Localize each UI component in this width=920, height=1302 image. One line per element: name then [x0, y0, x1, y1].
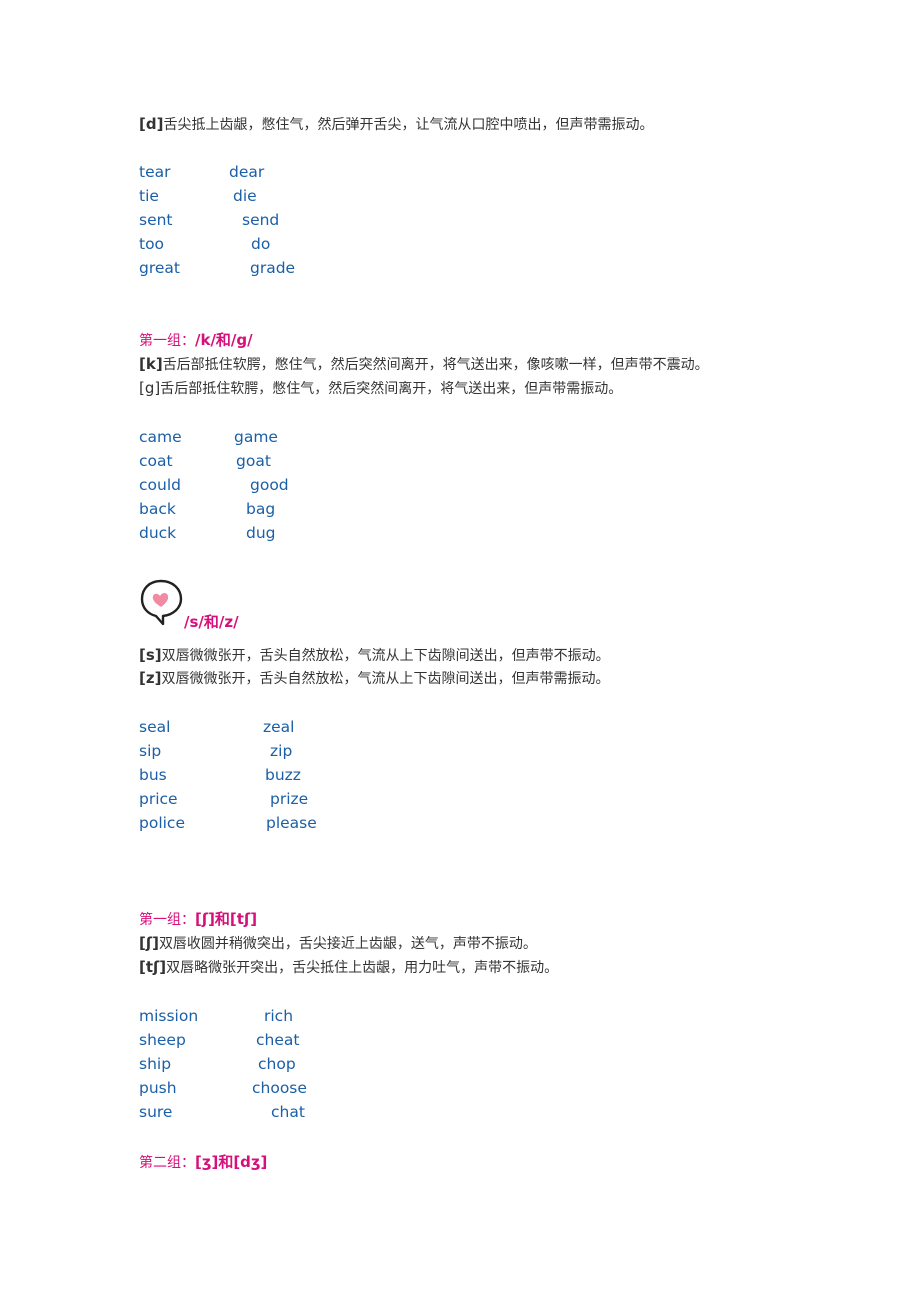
word-right: choose	[252, 1079, 307, 1097]
description-sh: [ʃ]双唇收圆并稍微突出，舌尖接近上齿龈，送气，声带不振动。	[139, 933, 537, 954]
phonetic-symbol: [k]	[139, 355, 163, 373]
phonetic-symbol: [d]	[139, 115, 164, 133]
word-left: tie	[139, 187, 159, 205]
word-right: do	[251, 235, 271, 253]
word-right: buzz	[265, 766, 301, 784]
word-left: sip	[139, 742, 162, 760]
word-right: good	[250, 476, 289, 494]
description-text: 舌尖抵上齿龈，憋住气，然后弹开舌尖，让气流从口腔中喷出，但声带需振动。	[163, 117, 654, 133]
word-left: police	[139, 814, 185, 832]
word-right: chat	[271, 1103, 305, 1121]
heading-symbols: /s/和/z/	[184, 613, 239, 631]
word-right: please	[266, 814, 317, 832]
word-right: bag	[246, 500, 276, 518]
description-text: 双唇微微张开，舌头自然放松，气流从上下齿隙间送出，但声带不振动。	[161, 648, 610, 664]
heading-symbols: [ʒ]和[dʒ]	[195, 1153, 268, 1171]
word-left: tear	[139, 163, 171, 181]
word-right: dug	[246, 524, 276, 542]
description-s: [s]双唇微微张开，舌头自然放松，气流从上下齿隙间送出，但声带不振动。	[139, 645, 610, 666]
section-heading-zh-j: 第二组：[ʒ]和[dʒ]	[139, 1152, 267, 1173]
word-left: bus	[139, 766, 167, 784]
section-heading-sz: /s/和/z/	[184, 612, 239, 633]
word-left: coat	[139, 452, 173, 470]
word-left: too	[139, 235, 165, 253]
description-d: [d]舌尖抵上齿龈，憋住气，然后弹开舌尖，让气流从口腔中喷出，但声带需振动。	[139, 114, 653, 135]
section-heading-kg: 第一组：/k/和/g/	[139, 330, 253, 351]
heading-prefix: 第一组：	[139, 912, 195, 928]
document-page: [d]舌尖抵上齿龈，憋住气，然后弹开舌尖，让气流从口腔中喷出，但声带需振动。 t…	[0, 0, 920, 1302]
phonetic-symbol: [tʃ]	[139, 958, 167, 976]
word-right: prize	[270, 790, 309, 808]
word-left: could	[139, 476, 181, 494]
heading-prefix: 第二组：	[139, 1155, 195, 1171]
description-text: 舌后部抵住软腭，憋住气，然后突然间离开，将气送出来，但声带需振动。	[160, 381, 623, 397]
word-right: zip	[270, 742, 293, 760]
heart-speech-bubble-icon	[140, 579, 183, 626]
word-left: push	[139, 1079, 177, 1097]
word-left: back	[139, 500, 176, 518]
word-right: cheat	[256, 1031, 300, 1049]
description-text: 双唇微微张开，舌头自然放松，气流从上下齿隙间送出，但声带需振动。	[161, 671, 610, 687]
phonetic-symbol: [g]	[139, 379, 161, 397]
word-right: zeal	[263, 718, 295, 736]
word-left: price	[139, 790, 178, 808]
word-left: great	[139, 259, 180, 277]
phonetic-symbol: [ʃ]	[139, 934, 159, 952]
word-left: sure	[139, 1103, 173, 1121]
word-right: dear	[229, 163, 265, 181]
word-right: chop	[258, 1055, 296, 1073]
word-right: goat	[236, 452, 271, 470]
word-right: rich	[264, 1007, 294, 1025]
word-right: grade	[250, 259, 296, 277]
heading-symbols: [ʃ]和[tʃ]	[195, 910, 258, 928]
word-right: die	[233, 187, 257, 205]
description-text: 舌后部抵住软腭，憋住气，然后突然间离开，将气送出来，像咳嗽一样，但声带不震动。	[162, 357, 709, 373]
description-text: 双唇略微张开突出，舌尖抵住上齿龈，用力吐气，声带不振动。	[166, 960, 559, 976]
description-k: [k]舌后部抵住软腭，憋住气，然后突然间离开，将气送出来，像咳嗽一样，但声带不震…	[139, 354, 709, 375]
word-left: seal	[139, 718, 171, 736]
word-left: sheep	[139, 1031, 186, 1049]
description-ch: [tʃ]双唇略微张开突出，舌尖抵住上齿龈，用力吐气，声带不振动。	[139, 957, 558, 978]
phonetic-symbol: [s]	[139, 646, 162, 664]
section-heading-sh-ch: 第一组：[ʃ]和[tʃ]	[139, 909, 257, 930]
word-right: send	[242, 211, 280, 229]
heading-prefix: 第一组：	[139, 333, 195, 349]
word-left: came	[139, 428, 182, 446]
description-z: [z]双唇微微张开，舌头自然放松，气流从上下齿隙间送出，但声带需振动。	[139, 668, 609, 689]
word-left: ship	[139, 1055, 172, 1073]
description-text: 双唇收圆并稍微突出，舌尖接近上齿龈，送气，声带不振动。	[158, 936, 537, 952]
phonetic-symbol: [z]	[139, 669, 162, 687]
word-right: game	[234, 428, 278, 446]
word-left: duck	[139, 524, 177, 542]
description-g: [g]舌后部抵住软腭，憋住气，然后突然间离开，将气送出来，但声带需振动。	[139, 378, 622, 399]
word-left: mission	[139, 1007, 199, 1025]
heading-symbols: /k/和/g/	[195, 331, 253, 349]
word-left: sent	[139, 211, 173, 229]
